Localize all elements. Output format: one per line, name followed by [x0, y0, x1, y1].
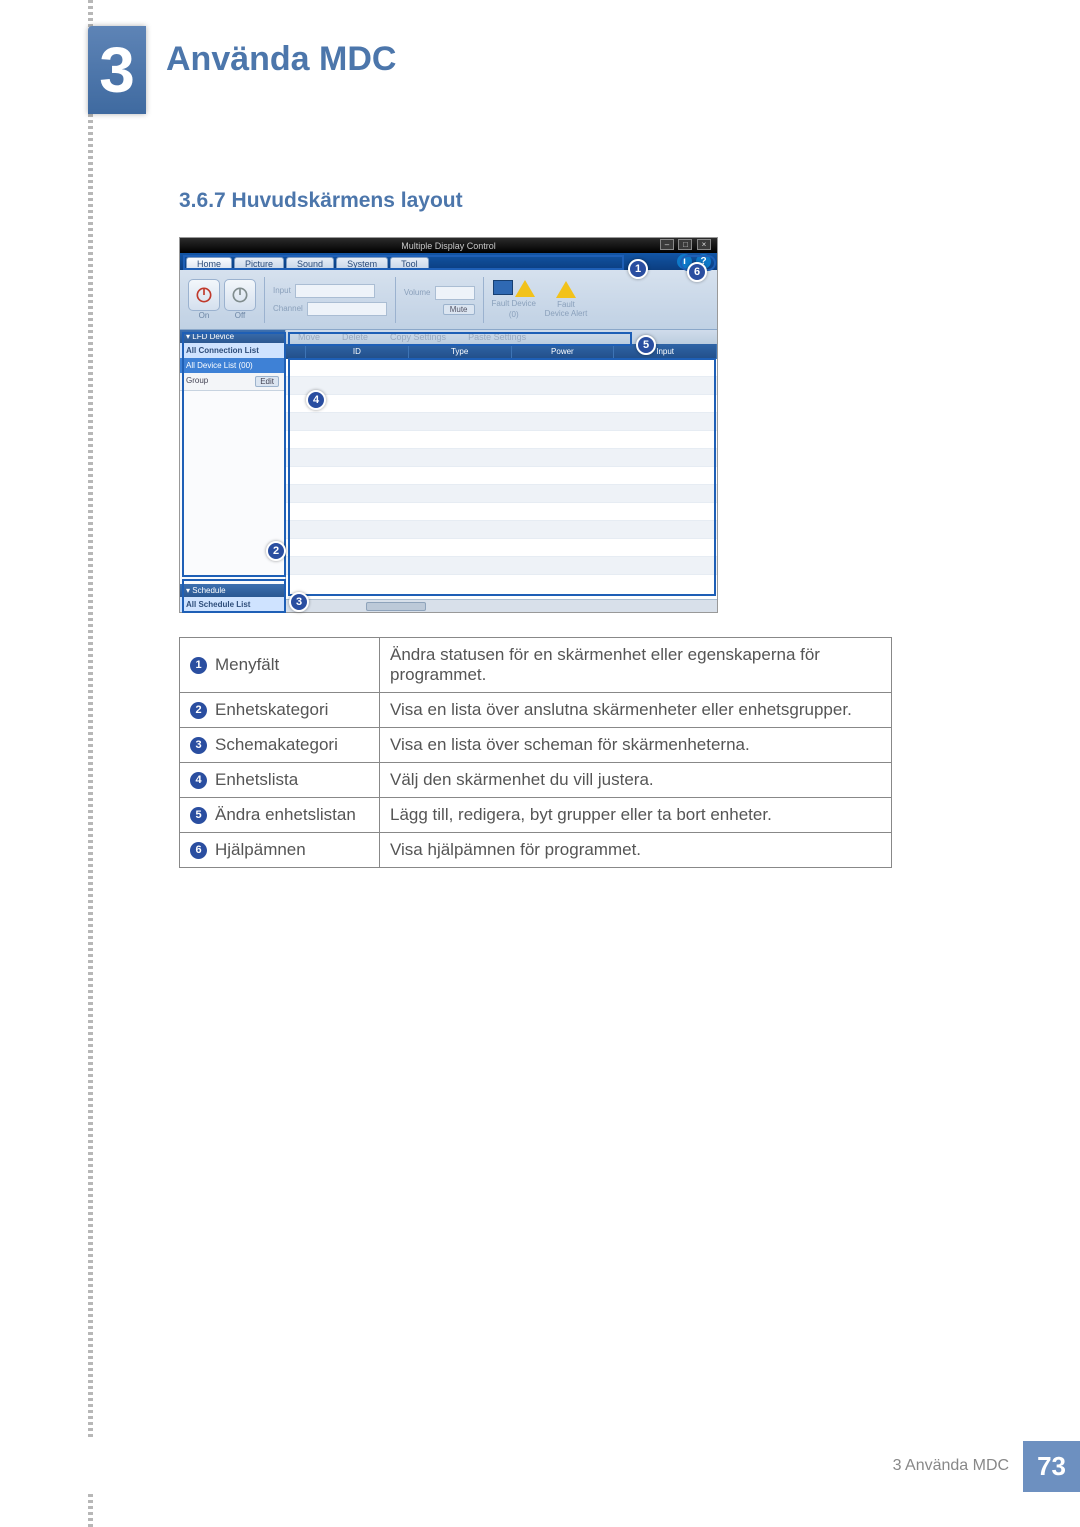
- legend-label: Enhetskategori: [215, 700, 328, 719]
- callout-6: 6: [687, 262, 707, 282]
- tab-home[interactable]: Home: [186, 257, 232, 270]
- legend-desc: Välj den skärmenhet du vill justera.: [380, 763, 892, 798]
- callout-2: 2: [266, 541, 286, 561]
- window-minimize-button[interactable]: –: [660, 239, 674, 250]
- callout-3: 3: [289, 592, 309, 612]
- input-label: Input: [273, 286, 291, 295]
- tab-system[interactable]: System: [336, 257, 388, 270]
- window-title: Multiple Display Control: [401, 241, 496, 251]
- table-row: 5Ändra enhetslistan Lägg till, redigera,…: [180, 798, 892, 833]
- sidebar-connection-list[interactable]: All Connection List: [180, 343, 285, 358]
- callout-5: 5: [636, 335, 656, 355]
- action-delete[interactable]: Delete: [342, 332, 368, 342]
- power-off-button[interactable]: [224, 279, 256, 311]
- col-id[interactable]: ID: [306, 344, 409, 359]
- main-screen-screenshot: Multiple Display Control – □ × Home Pict…: [179, 237, 718, 613]
- legend-label: Ändra enhetslistan: [215, 805, 356, 824]
- footer-text: 3 Använda MDC: [893, 1457, 1010, 1475]
- volume-slider[interactable]: [435, 286, 475, 300]
- sidebar-group-label: Group: [186, 376, 208, 387]
- col-type[interactable]: Type: [409, 344, 512, 359]
- chapter-title: Använda MDC: [166, 40, 396, 79]
- tab-picture[interactable]: Picture: [234, 257, 284, 270]
- channel-spinner[interactable]: [307, 302, 387, 316]
- sidebar: ▾ LFD Device All Connection List All Dev…: [180, 330, 286, 612]
- legend-table: 1Menyfält Ändra statusen för en skärmenh…: [179, 637, 892, 868]
- tab-tool[interactable]: Tool: [390, 257, 429, 270]
- col-checkbox[interactable]: [286, 344, 306, 359]
- power-off-label: Off: [224, 311, 256, 320]
- window-close-button[interactable]: ×: [697, 239, 711, 250]
- sidebar-lfd-header[interactable]: ▾ LFD Device: [180, 330, 285, 343]
- window-maximize-button[interactable]: □: [678, 239, 692, 250]
- sidebar-schedule-list[interactable]: All Schedule List: [180, 597, 285, 612]
- table-row: 3Schemakategori Visa en lista över schem…: [180, 728, 892, 763]
- legend-label: Schemakategori: [215, 735, 338, 754]
- legend-desc: Ändra statusen för en skärmenhet eller e…: [380, 638, 892, 693]
- sidebar-edit-button[interactable]: Edit: [255, 376, 279, 387]
- col-input[interactable]: Input: [614, 344, 717, 359]
- power-on-button[interactable]: [188, 279, 220, 311]
- section-heading: 3.6.7 Huvudskärmens layout: [179, 189, 463, 213]
- action-move[interactable]: Move: [298, 332, 320, 342]
- legend-desc: Visa en lista över anslutna skärmenheter…: [380, 693, 892, 728]
- table-row: 1Menyfält Ändra statusen för en skärmenh…: [180, 638, 892, 693]
- table-row: 2Enhetskategori Visa en lista över anslu…: [180, 693, 892, 728]
- col-power[interactable]: Power: [512, 344, 615, 359]
- mute-button[interactable]: Mute: [443, 304, 475, 315]
- legend-label: Enhetslista: [215, 770, 298, 789]
- tab-sound[interactable]: Sound: [286, 257, 334, 270]
- page-number: 73: [1023, 1441, 1080, 1492]
- legend-desc: Visa en lista över scheman för skärmenhe…: [380, 728, 892, 763]
- sidebar-device-list[interactable]: All Device List (00): [180, 358, 285, 373]
- left-stripe-rail: [88, 0, 93, 1527]
- chapter-number-badge: 3: [88, 26, 146, 114]
- legend-label: Menyfält: [215, 655, 279, 674]
- callout-1: 1: [628, 259, 648, 279]
- table-row: 6Hjälpämnen Visa hjälpämnen för programm…: [180, 833, 892, 868]
- legend-desc: Lägg till, redigera, byt grupper eller t…: [380, 798, 892, 833]
- table-row: 4Enhetslista Välj den skärmenhet du vill…: [180, 763, 892, 798]
- action-paste-settings[interactable]: Paste Settings: [468, 332, 526, 342]
- device-grid[interactable]: [286, 359, 717, 599]
- horizontal-scrollbar[interactable]: [286, 599, 717, 612]
- fault-device-count: (0): [509, 310, 519, 319]
- legend-label: Hjälpämnen: [215, 840, 306, 859]
- action-copy-settings[interactable]: Copy Settings: [390, 332, 446, 342]
- fault-device-label: Fault Device: [492, 299, 536, 308]
- callout-4: 4: [306, 390, 326, 410]
- input-dropdown[interactable]: [295, 284, 375, 298]
- legend-desc: Visa hjälpämnen för programmet.: [380, 833, 892, 868]
- volume-label: Volume: [404, 288, 431, 297]
- fault-alert-label: Fault Device Alert: [544, 300, 588, 318]
- channel-label: Channel: [273, 304, 303, 313]
- power-on-label: On: [188, 311, 220, 320]
- sidebar-schedule-header[interactable]: ▾ Schedule: [180, 584, 285, 597]
